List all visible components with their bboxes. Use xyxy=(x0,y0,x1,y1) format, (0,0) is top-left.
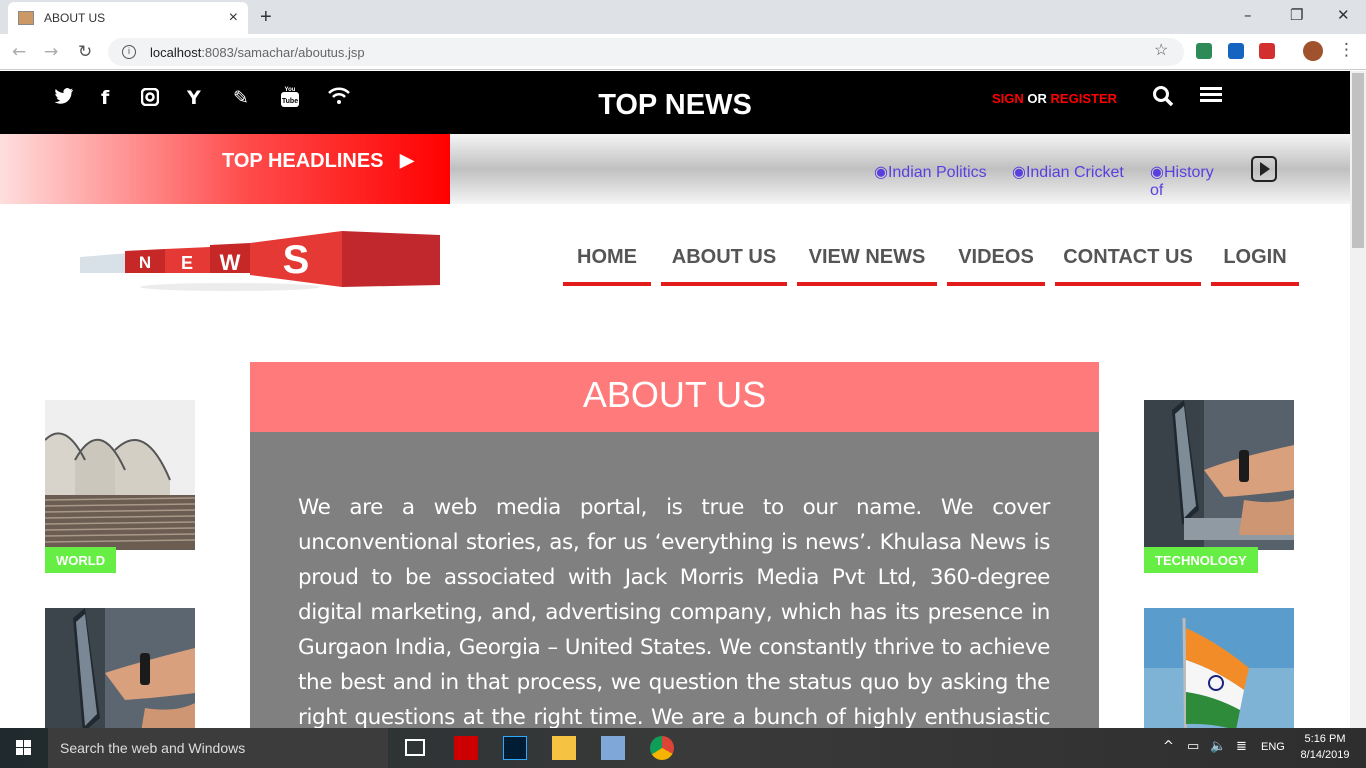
new-tab-button[interactable]: + xyxy=(260,6,272,29)
reload-icon[interactable]: ↻ xyxy=(78,42,92,62)
about-us-text: We are a web media portal, is true to ou… xyxy=(298,495,1050,728)
clock-time: 5:16 PM xyxy=(1304,733,1346,745)
scrollbar-thumb[interactable] xyxy=(1352,73,1364,248)
svg-text:Tube: Tube xyxy=(282,98,298,105)
minimize-button[interactable]: – xyxy=(1244,6,1252,24)
or-text: OR xyxy=(1027,91,1047,106)
site-top-bar: f Y ✎ Tube You TOP NEWS SIGN OR REGISTER xyxy=(0,71,1350,134)
technology-image-left[interactable] xyxy=(45,608,195,728)
world-image[interactable] xyxy=(45,400,195,550)
file-explorer-icon[interactable] xyxy=(552,736,576,760)
forward-icon[interactable]: → xyxy=(44,42,58,62)
chrome-icon[interactable] xyxy=(650,736,674,760)
headlines-ticker-bar: TOP HEADLINES ▶ ◉Indian Politics ◉Indian… xyxy=(0,134,1350,204)
windows-taskbar: Search the web and Windows ^ ▭ 🔈 ≣ ENG 5… xyxy=(0,728,1366,768)
register-link[interactable]: REGISTER xyxy=(1051,91,1117,106)
logo-letter-n: N xyxy=(139,253,151,272)
action-center-icon[interactable]: ≣ xyxy=(1236,739,1247,754)
top-headlines-text: TOP HEADLINES xyxy=(222,150,384,172)
maximize-button[interactable]: ❐ xyxy=(1290,6,1303,24)
clock-date: 8/14/2019 xyxy=(1300,749,1350,761)
menu-dots-icon[interactable]: ⋮ xyxy=(1338,40,1355,60)
india-flag-image[interactable] xyxy=(1144,608,1294,728)
ticker-item[interactable]: ◉Indian Politics xyxy=(874,162,987,182)
nav-contact-us[interactable]: CONTACT US xyxy=(1055,244,1201,286)
twitter-icon[interactable] xyxy=(54,87,74,110)
search-extension-icon[interactable] xyxy=(1228,43,1244,59)
svg-text:E: E xyxy=(181,253,193,273)
facebook-icon[interactable]: f xyxy=(101,87,109,109)
favicon-icon xyxy=(18,11,34,25)
photoshop-icon[interactable] xyxy=(503,736,527,760)
news-logo[interactable]: N E W S xyxy=(70,229,442,295)
tab-close-icon[interactable]: × xyxy=(229,9,238,27)
youtube-icon[interactable]: Tube You xyxy=(280,86,300,113)
windows-start-icon[interactable] xyxy=(16,740,32,756)
nav-videos[interactable]: VIDEOS xyxy=(947,244,1045,286)
tab-strip: ABOUT US × + – ❐ ✕ xyxy=(0,0,1366,34)
info-icon[interactable]: i xyxy=(122,45,136,59)
ticker-item[interactable]: ◉Indian Cricket xyxy=(1012,162,1124,182)
sheets-extension-icon[interactable] xyxy=(1196,43,1212,59)
search-icon[interactable] xyxy=(1152,85,1174,113)
browser-tab[interactable]: ABOUT US × xyxy=(8,2,248,34)
ticker-item[interactable]: ◉History of xyxy=(1150,162,1222,200)
sign-register-links: SIGN OR REGISTER xyxy=(992,91,1117,106)
svg-text:W: W xyxy=(220,250,241,275)
address-bar[interactable]: i localhost:8083/samachar/aboutus.jsp xyxy=(108,38,1184,66)
technology-image[interactable] xyxy=(1144,400,1294,550)
task-view-icon[interactable] xyxy=(405,739,425,756)
avatar[interactable] xyxy=(1303,41,1323,61)
browser-chrome: ABOUT US × + – ❐ ✕ ← → ↻ i localhost:808… xyxy=(0,0,1366,70)
nav-login[interactable]: LOGIN xyxy=(1211,244,1299,286)
yahoo-icon[interactable]: Y xyxy=(187,87,201,109)
nav-about-us[interactable]: ABOUT US xyxy=(661,244,787,286)
browser-toolbar: ← → ↻ i localhost:8083/samachar/aboutus.… xyxy=(0,34,1366,70)
system-clock[interactable]: 5:16 PM 8/14/2019 xyxy=(1296,731,1354,763)
window-close-button[interactable]: ✕ xyxy=(1337,6,1350,24)
url-path: :8083/samachar/aboutus.jsp xyxy=(201,44,365,60)
top-headlines-label: TOP HEADLINES ▶ xyxy=(0,134,450,204)
volume-muted-icon[interactable]: 🔈 xyxy=(1210,739,1226,754)
ticker-play-icon[interactable] xyxy=(1251,156,1277,182)
sign-in-link[interactable]: SIGN xyxy=(992,91,1024,106)
about-us-heading: ABOUT US xyxy=(250,362,1099,432)
technology-tag[interactable]: TECHNOLOGY xyxy=(1144,547,1258,573)
taskbar-search-placeholder: Search the web and Windows xyxy=(60,740,246,756)
headline-ticker: ◉Indian Politics ◉Indian Cricket ◉Histor… xyxy=(860,134,1222,204)
url-host: localhost xyxy=(150,44,202,60)
app-cube-icon[interactable] xyxy=(601,736,625,760)
wifi-icon[interactable] xyxy=(327,87,351,110)
pdf-extension-icon[interactable] xyxy=(1259,43,1275,59)
language-indicator[interactable]: ENG xyxy=(1261,741,1285,753)
pencil-icon[interactable]: ✎ xyxy=(233,87,249,109)
tab-title: ABOUT US xyxy=(44,11,106,25)
battery-icon[interactable]: ▭ xyxy=(1187,739,1199,754)
world-tag[interactable]: WORLD xyxy=(45,547,117,573)
tray-chevron-icon[interactable]: ^ xyxy=(1163,739,1174,754)
svg-text:You: You xyxy=(285,87,296,93)
play-arrow-icon: ▶ xyxy=(400,150,414,170)
nav-view-news[interactable]: VIEW NEWS xyxy=(797,244,937,286)
list-menu-icon[interactable] xyxy=(1200,87,1222,105)
page-scrollbar[interactable] xyxy=(1350,71,1366,728)
acrobat-icon[interactable] xyxy=(454,736,478,760)
taskbar-search-input[interactable]: Search the web and Windows xyxy=(48,728,388,768)
svg-text:S: S xyxy=(283,238,310,282)
page-viewport: f Y ✎ Tube You TOP NEWS SIGN OR REGISTER … xyxy=(0,71,1350,728)
nav-home[interactable]: HOME xyxy=(563,244,651,286)
back-icon[interactable]: ← xyxy=(12,42,26,62)
instagram-icon[interactable] xyxy=(140,87,160,111)
star-icon[interactable]: ☆ xyxy=(1154,40,1168,60)
about-us-panel: We are a web media portal, is true to ou… xyxy=(250,432,1099,728)
site-title: TOP NEWS xyxy=(598,89,752,121)
